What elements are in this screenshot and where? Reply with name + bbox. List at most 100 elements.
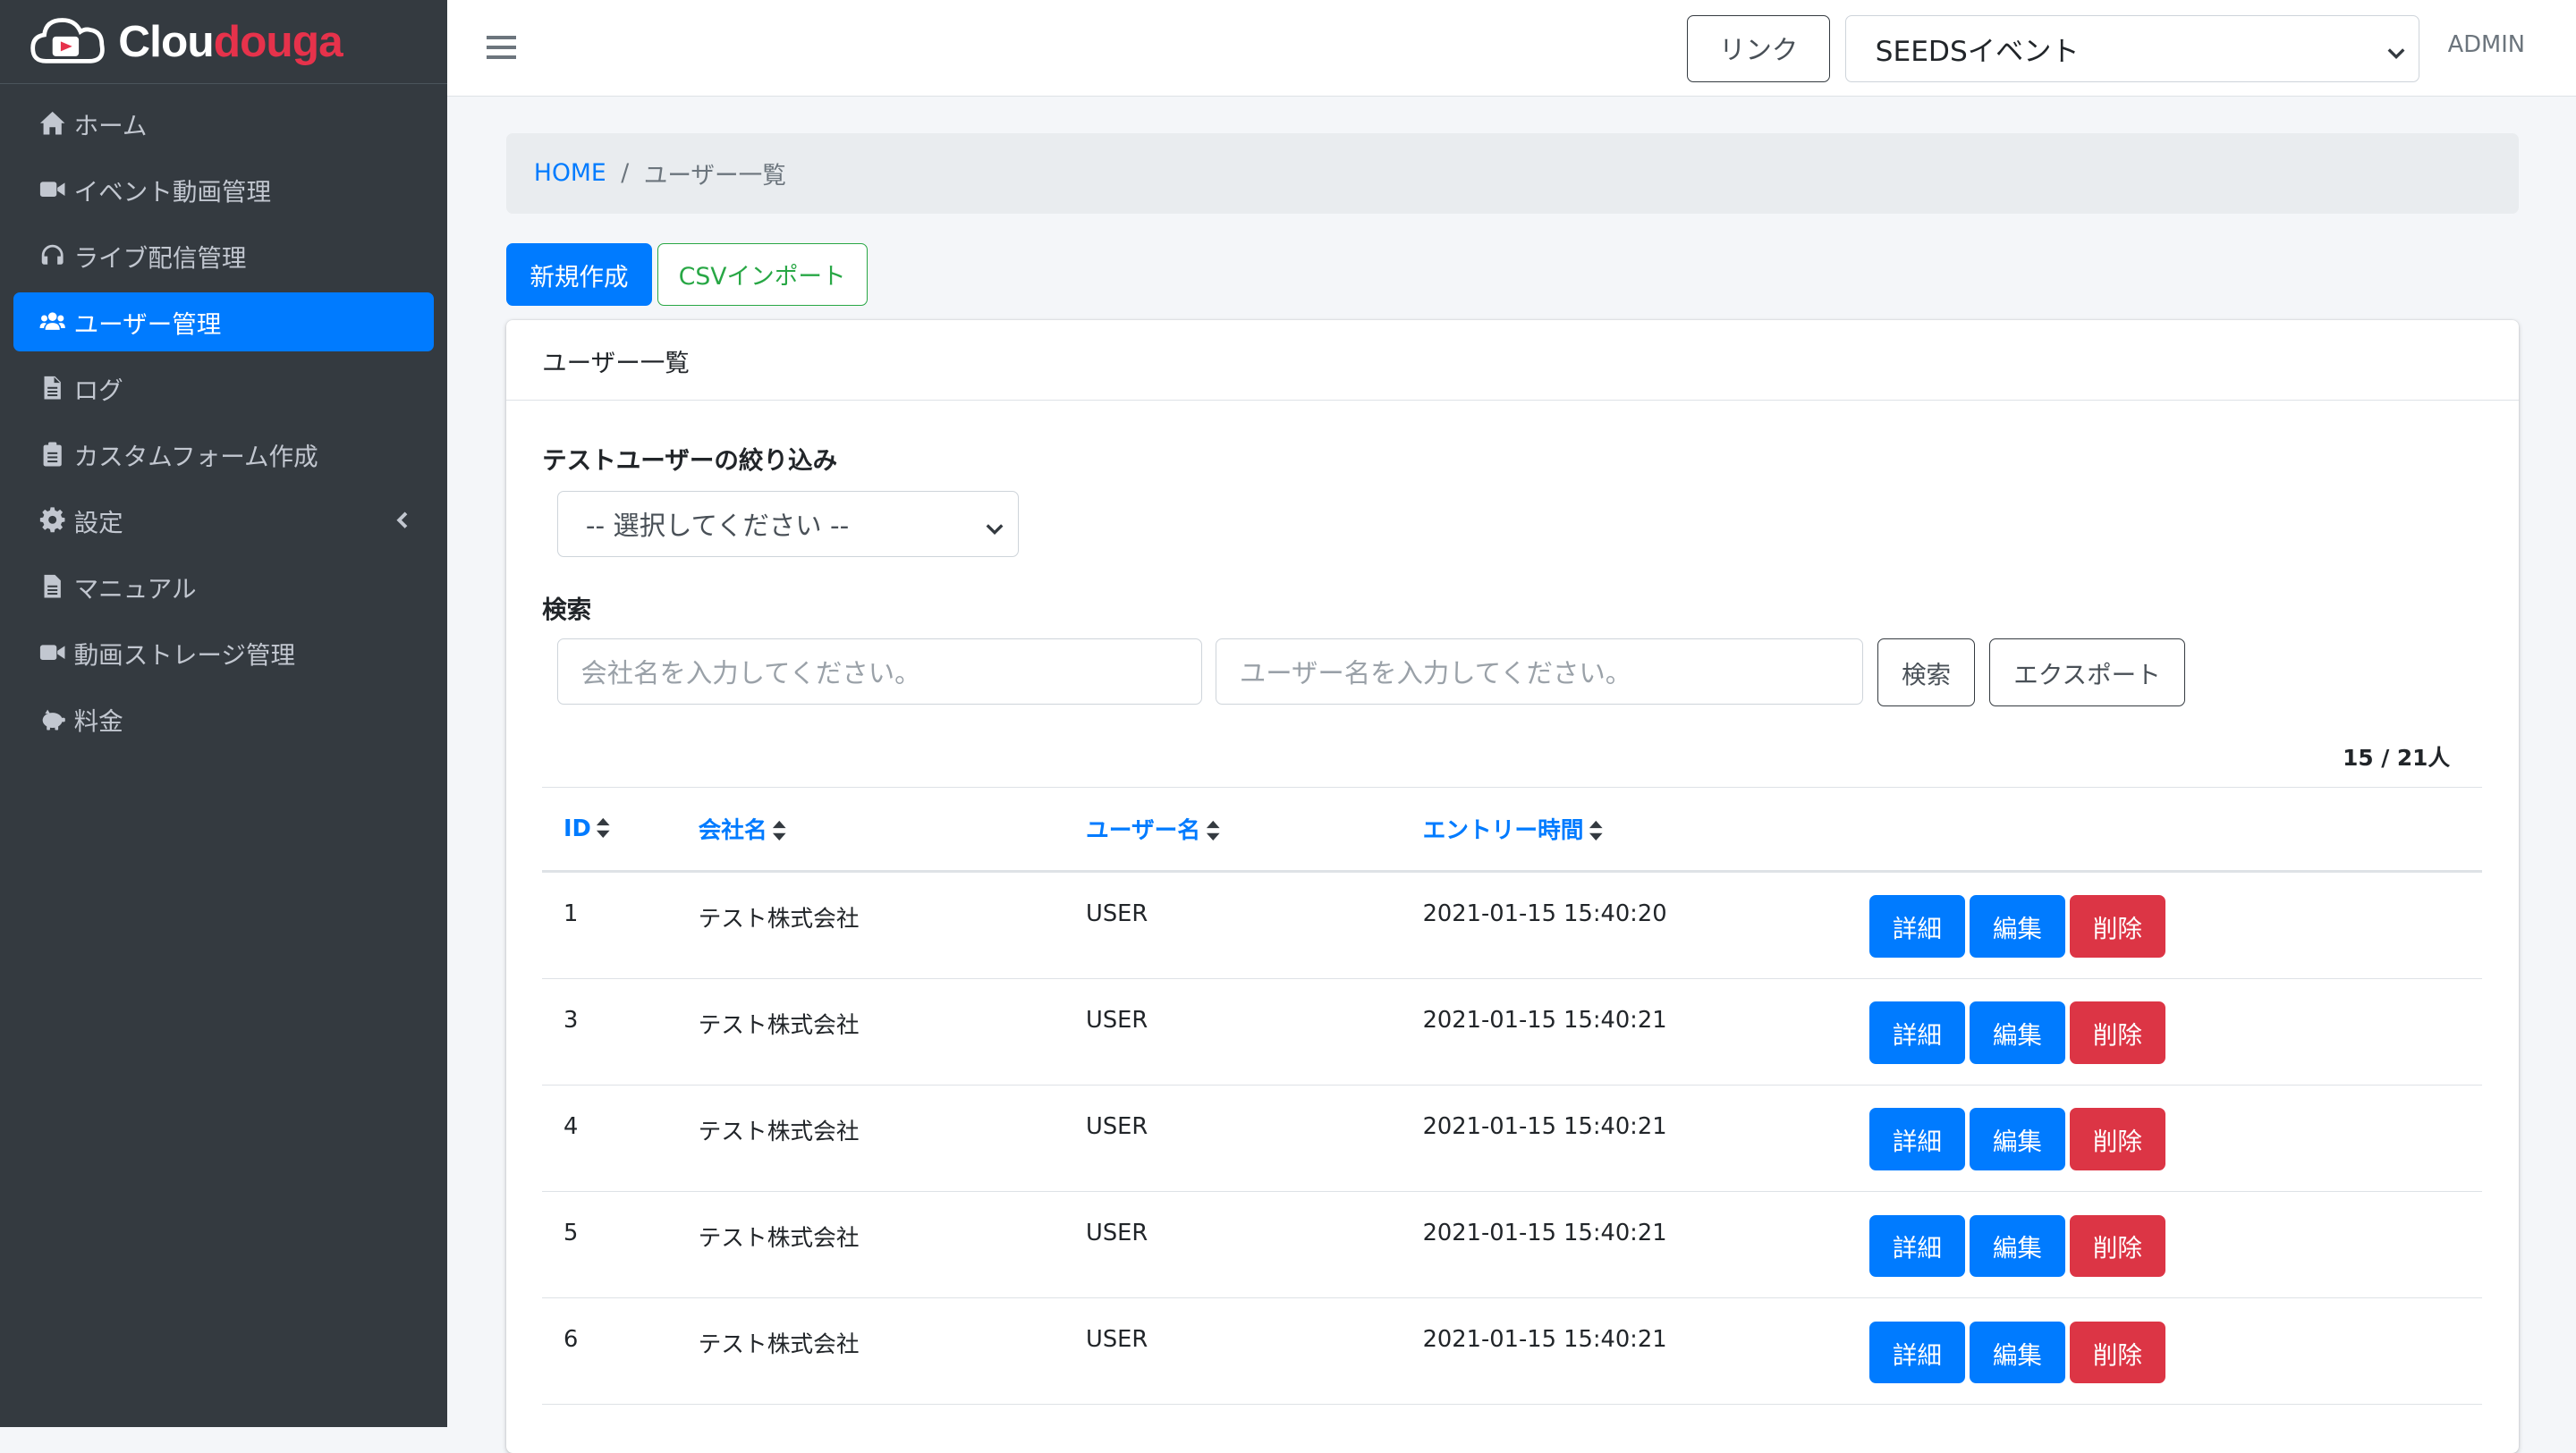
search-button[interactable]: 検索 [1877,638,1975,706]
chevron-down-icon [2386,38,2406,60]
edit-button[interactable]: 編集 [1970,1001,2065,1065]
sidebar-item-video-storage[interactable]: 動画ストレージ管理 [13,623,434,682]
delete-button[interactable]: 削除 [2070,1214,2165,1278]
column-header-entry-time[interactable]: エントリー時間 [1422,786,1870,873]
sidebar-item-settings[interactable]: 設定 [13,491,434,550]
search-label: 検索 [542,596,592,625]
create-new-button[interactable]: 新規作成 [505,242,653,306]
link-button[interactable]: リンク [1687,14,1831,82]
column-header-id[interactable]: ID [542,786,699,873]
sidebar-item-label: ログ [73,376,123,405]
gear-icon [38,505,67,535]
cell-company: テスト株式会社 [698,1331,860,1359]
cloud-logo-icon [30,18,105,63]
detail-button[interactable]: 詳細 [1869,1108,1965,1171]
cell-username: USER [1086,900,1148,927]
delete-button[interactable]: 削除 [2070,1321,2165,1384]
user-list-card: ユーザー一覧 テストユーザーの絞り込み -- 選択してください -- 検索 会社… [505,320,2519,1453]
table-row: 1 テスト株式会社 USER 2021-01-15 15:40:20 詳細 編集削… [542,871,2483,979]
card-title: ユーザー一覧 [505,320,2519,401]
delete-button[interactable]: 削除 [2070,1108,2165,1171]
users-icon [38,307,67,336]
edit-button[interactable]: 編集 [1970,1108,2065,1171]
sidebar-item-manual[interactable]: マニュアル [13,557,434,616]
cell-username: USER [1086,1113,1148,1140]
sidebar-item-label: 設定 [73,508,123,537]
column-header-company[interactable]: 会社名 [698,786,1087,873]
breadcrumb-current: ユーザー一覧 [643,162,786,190]
clipboard-icon [38,439,67,469]
cell-id: 1 [563,900,579,927]
detail-button[interactable]: 詳細 [1869,895,1965,959]
sidebar-item-label: ホーム [73,111,148,140]
cell-id: 5 [563,1220,579,1247]
table-row: 5 テスト株式会社 USER 2021-01-15 15:40:21 詳細 編集削… [542,1191,2483,1298]
table-row: 3 テスト株式会社 USER 2021-01-15 15:40:21 詳細 編集削… [542,978,2483,1086]
sidebar-item-users[interactable]: ユーザー管理 [13,291,434,351]
breadcrumb: HOME / ユーザー一覧 [505,132,2519,214]
detail-button[interactable]: 詳細 [1869,1321,1965,1384]
edit-button[interactable]: 編集 [1970,1321,2065,1384]
detail-button[interactable]: 詳細 [1869,1214,1965,1278]
brand-name: Cloudouga [118,16,343,67]
delete-button[interactable]: 削除 [2070,1001,2165,1065]
sidebar-item-custom-form[interactable]: カスタムフォーム作成 [13,425,434,484]
csv-import-button[interactable]: CSVインポート [657,242,868,306]
detail-button[interactable]: 詳細 [1869,1001,1965,1065]
sidebar-item-home[interactable]: ホーム [13,94,434,153]
menu-toggle-icon[interactable] [486,30,516,65]
brand-logo[interactable]: Cloudouga [0,0,447,84]
column-header-actions [1869,786,2483,873]
sidebar-item-pricing[interactable]: 料金 [13,689,434,748]
sidebar-item-label: イベント動画管理 [73,177,272,207]
event-select[interactable]: SEEDSイベント [1844,14,2420,82]
cell-company: テスト株式会社 [698,1225,860,1253]
sort-icon [772,820,787,841]
cell-username: USER [1086,1006,1148,1034]
breadcrumb-separator: / [621,159,630,188]
cell-id: 4 [563,1113,579,1140]
sidebar-item-event-videos[interactable]: イベント動画管理 [13,160,434,219]
chevron-left-icon [391,507,411,533]
table-header-row: ID 会社名 ユーザー名 エントリー時間 [542,786,2483,873]
sort-icon [596,817,611,839]
sidebar-item-live[interactable]: ライブ配信管理 [13,226,434,285]
test-user-filter-select[interactable]: -- 選択してください -- [556,491,1019,557]
sidebar-nav: ホーム イベント動画管理 ライブ配信管理 ユーザー管理 ログ カスタムフォーム作… [0,84,447,748]
headset-icon [38,241,67,270]
event-select-value: SEEDSイベント [1875,35,2080,68]
user-table: ID 会社名 ユーザー名 エントリー時間 1 テスト株式会社 USER 2021… [542,786,2483,1406]
cell-id: 3 [563,1006,579,1034]
filter-select-value: -- 選択してください -- [585,510,850,541]
company-search-input[interactable]: 会社名を入力してください。 [556,638,1203,705]
breadcrumb-home-link[interactable]: HOME [534,159,606,187]
cell-id: 6 [563,1326,579,1354]
video-icon [38,638,67,667]
sort-icon [1589,820,1604,841]
username-search-input[interactable]: ユーザー名を入力してください。 [1216,638,1863,705]
cell-entry-time: 2021-01-15 15:40:21 [1422,1006,1667,1034]
sidebar-item-label: カスタムフォーム作成 [73,442,318,471]
column-header-username[interactable]: ユーザー名 [1086,786,1423,873]
sidebar-item-label: ユーザー管理 [73,309,222,339]
table-row: 4 テスト株式会社 USER 2021-01-15 15:40:21 詳細 編集削… [542,1085,2483,1192]
cell-username: USER [1086,1326,1148,1354]
piggy-bank-icon [38,704,67,733]
sidebar-item-label: マニュアル [73,574,197,604]
video-icon [38,174,67,204]
edit-button[interactable]: 編集 [1970,895,2065,959]
top-navbar: リンク SEEDSイベント ADMIN [446,0,2576,97]
export-button[interactable]: エクスポート [1989,638,2185,706]
user-count: 15 / 21人 [2343,745,2451,772]
sidebar-item-label: 料金 [73,706,123,736]
cell-company: テスト株式会社 [698,1119,860,1145]
delete-button[interactable]: 削除 [2070,895,2165,959]
sidebar-item-log[interactable]: ログ [13,359,434,418]
home-icon [38,108,67,138]
user-menu[interactable]: ADMIN [2448,31,2525,58]
sidebar-item-label: ライブ配信管理 [73,243,247,273]
cell-entry-time: 2021-01-15 15:40:21 [1422,1113,1667,1140]
edit-button[interactable]: 編集 [1970,1214,2065,1278]
table-row: 6 テスト株式会社 USER 2021-01-15 15:40:21 詳細 編集削… [542,1297,2483,1406]
sidebar-item-label: 動画ストレージ管理 [73,640,295,670]
